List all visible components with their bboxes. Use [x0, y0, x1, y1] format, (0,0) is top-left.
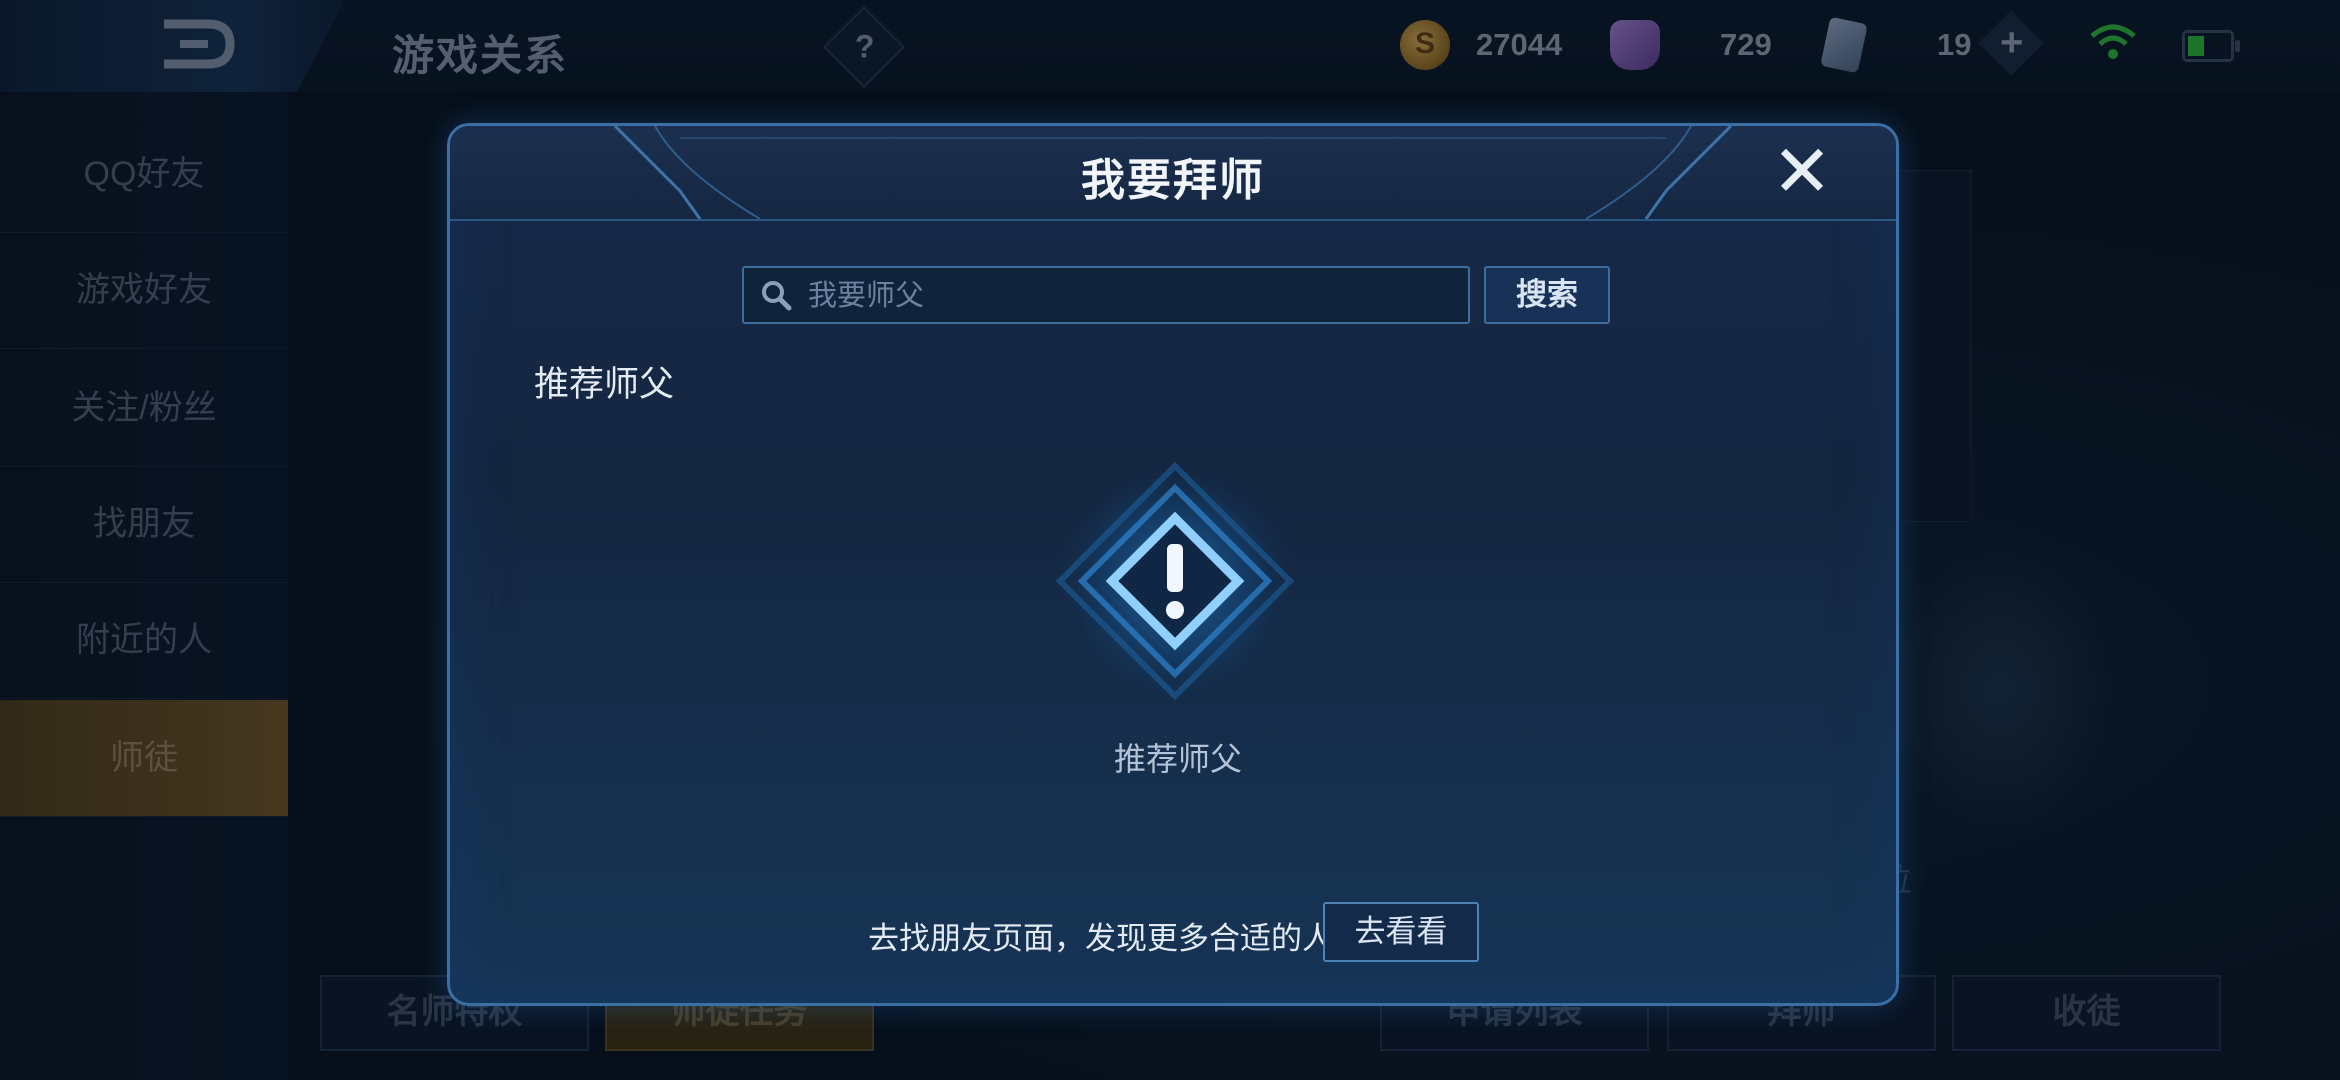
- find-mentor-dialog: 我要拜师 ✕ 搜索 推荐师父 推荐师父 去找朋友页面，发现更多合适的人 去看看: [447, 123, 1899, 1006]
- empty-state-text: 推荐师父: [1113, 741, 1242, 777]
- close-icon[interactable]: ✕: [1768, 136, 1836, 208]
- dialog-header: 我要拜师: [450, 126, 1896, 221]
- search-field[interactable]: [742, 266, 1470, 324]
- search-input[interactable]: [806, 274, 1450, 318]
- search-icon: [762, 281, 792, 311]
- search-button[interactable]: 搜索: [1484, 266, 1610, 324]
- go-look-button[interactable]: 去看看: [1323, 902, 1479, 962]
- find-friends-hint: 去找朋友页面，发现更多合适的人: [868, 921, 1333, 956]
- dialog-title: 我要拜师: [1081, 156, 1265, 205]
- alert-icon: [1055, 461, 1295, 701]
- section-label-recommended-mentors: 推荐师父: [534, 365, 675, 404]
